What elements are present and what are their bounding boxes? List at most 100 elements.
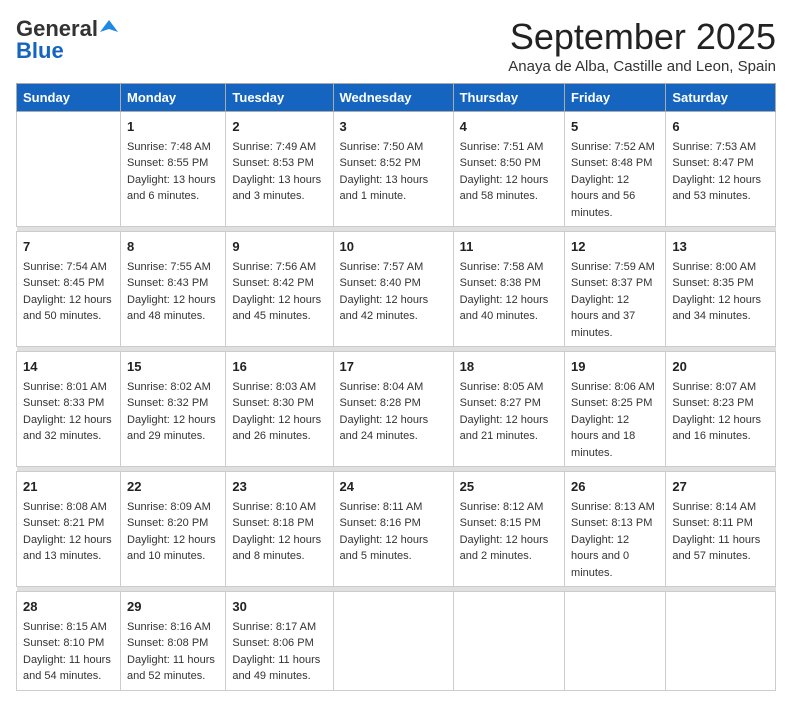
sunrise-text: Sunrise: 8:15 AM [23, 621, 107, 633]
table-row: 30 Sunrise: 8:17 AM Sunset: 8:06 PM Dayligh… [226, 592, 333, 691]
logo-bird-icon [100, 18, 118, 36]
day-number: 29 [127, 597, 219, 617]
sunrise-text: Sunrise: 8:17 AM [232, 621, 316, 633]
day-number: 12 [571, 237, 659, 257]
table-row: 4Sunrise: 7:51 AMSunset: 8:50 PMDaylight… [453, 112, 564, 227]
day-number: 14 [23, 357, 114, 377]
col-monday: Monday [121, 84, 226, 112]
calendar-header-row: Sunday Monday Tuesday Wednesday Thursday… [17, 84, 776, 112]
table-row: 7Sunrise: 7:54 AMSunset: 8:45 PMDaylight… [17, 232, 121, 347]
table-row: 28 Sunrise: 8:15 AM Sunset: 8:10 PM Dayligh… [17, 592, 121, 691]
day-number: 23 [232, 477, 326, 497]
daylight-text: Daylight: 12 hours and 2 minutes. [460, 534, 549, 563]
day-number: 26 [571, 477, 659, 497]
sunrise-text: Sunrise: 8:11 AM [340, 501, 423, 513]
day-number: 2 [232, 117, 326, 137]
day-number: 27 [672, 477, 769, 497]
day-number: 6 [672, 117, 769, 137]
daylight-text: Daylight: 11 hours and 49 minutes. [232, 654, 320, 683]
table-row: 8Sunrise: 7:55 AMSunset: 8:43 PMDaylight… [121, 232, 226, 347]
sunrise-text: Sunrise: 7:56 AM [232, 261, 316, 273]
daylight-text: Daylight: 12 hours and 32 minutes. [23, 414, 112, 443]
sunset-text: Sunset: 8:21 PM [23, 517, 104, 529]
sunrise-text: Sunrise: 7:48 AM [127, 141, 211, 153]
daylight-text: Daylight: 12 hours and 8 minutes. [232, 534, 321, 563]
daylight-text: Daylight: 12 hours and 53 minutes. [672, 174, 761, 203]
table-row [565, 592, 666, 691]
day-number: 25 [460, 477, 558, 497]
sunset-text: Sunset: 8:55 PM [127, 157, 208, 169]
daylight-text: Daylight: 12 hours and 58 minutes. [460, 174, 549, 203]
day-number: 9 [232, 237, 326, 257]
sunrise-text: Sunrise: 7:59 AM [571, 261, 655, 273]
sunset-text: Sunset: 8:06 PM [232, 637, 313, 649]
day-number: 30 [232, 597, 326, 617]
table-row: 21Sunrise: 8:08 AMSunset: 8:21 PMDayligh… [17, 472, 121, 587]
sunset-text: Sunset: 8:10 PM [23, 637, 104, 649]
col-sunday: Sunday [17, 84, 121, 112]
day-number: 22 [127, 477, 219, 497]
table-row: 6Sunrise: 7:53 AMSunset: 8:47 PMDaylight… [666, 112, 776, 227]
sunrise-text: Sunrise: 8:16 AM [127, 621, 211, 633]
day-number: 17 [340, 357, 447, 377]
day-number: 16 [232, 357, 326, 377]
table-row: 10Sunrise: 7:57 AMSunset: 8:40 PMDayligh… [333, 232, 453, 347]
daylight-text: Daylight: 11 hours and 57 minutes. [672, 534, 760, 563]
sunset-text: Sunset: 8:13 PM [571, 517, 652, 529]
sunset-text: Sunset: 8:20 PM [127, 517, 208, 529]
daylight-text: Daylight: 12 hours and 45 minutes. [232, 294, 321, 323]
sunset-text: Sunset: 8:25 PM [571, 397, 652, 409]
table-row: 9Sunrise: 7:56 AMSunset: 8:42 PMDaylight… [226, 232, 333, 347]
sunset-text: Sunset: 8:38 PM [460, 277, 541, 289]
table-row: 14Sunrise: 8:01 AMSunset: 8:33 PMDayligh… [17, 352, 121, 467]
calendar-week-row: 1Sunrise: 7:48 AMSunset: 8:55 PMDaylight… [17, 112, 776, 227]
table-row: 18Sunrise: 8:05 AMSunset: 8:27 PMDayligh… [453, 352, 564, 467]
daylight-text: Daylight: 11 hours and 52 minutes. [127, 654, 215, 683]
daylight-text: Daylight: 13 hours and 3 minutes. [232, 174, 321, 203]
table-row: 5Sunrise: 7:52 AMSunset: 8:48 PMDaylight… [565, 112, 666, 227]
sunrise-text: Sunrise: 7:49 AM [232, 141, 316, 153]
sunset-text: Sunset: 8:15 PM [460, 517, 541, 529]
day-number: 18 [460, 357, 558, 377]
sunrise-text: Sunrise: 8:00 AM [672, 261, 756, 273]
daylight-text: Daylight: 11 hours and 54 minutes. [23, 654, 111, 683]
sunrise-text: Sunrise: 8:02 AM [127, 381, 211, 393]
table-row: 25Sunrise: 8:12 AMSunset: 8:15 PMDayligh… [453, 472, 564, 587]
sunset-text: Sunset: 8:27 PM [460, 397, 541, 409]
sunset-text: Sunset: 8:18 PM [232, 517, 313, 529]
daylight-text: Daylight: 13 hours and 6 minutes. [127, 174, 216, 203]
sunrise-text: Sunrise: 8:09 AM [127, 501, 211, 513]
col-saturday: Saturday [666, 84, 776, 112]
table-row: 13Sunrise: 8:00 AMSunset: 8:35 PMDayligh… [666, 232, 776, 347]
sunset-text: Sunset: 8:28 PM [340, 397, 421, 409]
day-number: 20 [672, 357, 769, 377]
sunrise-text: Sunrise: 8:08 AM [23, 501, 107, 513]
day-number: 4 [460, 117, 558, 137]
sunrise-text: Sunrise: 7:55 AM [127, 261, 211, 273]
table-row [17, 112, 121, 227]
sunrise-text: Sunrise: 8:07 AM [672, 381, 756, 393]
day-number: 10 [340, 237, 447, 257]
sunrise-text: Sunrise: 8:10 AM [232, 501, 316, 513]
daylight-text: Daylight: 12 hours and 40 minutes. [460, 294, 549, 323]
day-number: 19 [571, 357, 659, 377]
daylight-text: Daylight: 12 hours and 0 minutes. [571, 534, 629, 579]
sunrise-text: Sunrise: 7:52 AM [571, 141, 655, 153]
sunrise-text: Sunrise: 7:50 AM [340, 141, 424, 153]
daylight-text: Daylight: 12 hours and 10 minutes. [127, 534, 216, 563]
month-title: September 2025 [508, 16, 776, 58]
table-row: 12 Sunrise: 7:59 AM Sunset: 8:37 PM Dayligh… [565, 232, 666, 347]
day-number: 28 [23, 597, 114, 617]
day-number: 15 [127, 357, 219, 377]
sunset-text: Sunset: 8:45 PM [23, 277, 104, 289]
sunrise-text: Sunrise: 7:58 AM [460, 261, 544, 273]
table-row: 29Sunrise: 8:16 AMSunset: 8:08 PMDayligh… [121, 592, 226, 691]
sunrise-text: Sunrise: 8:06 AM [571, 381, 655, 393]
sunrise-text: Sunrise: 8:13 AM [571, 501, 655, 513]
sunrise-text: Sunrise: 7:54 AM [23, 261, 107, 273]
sunset-text: Sunset: 8:43 PM [127, 277, 208, 289]
sunset-text: Sunset: 8:37 PM [571, 277, 652, 289]
daylight-text: Daylight: 12 hours and 37 minutes. [571, 294, 635, 339]
table-row: 22 Sunrise: 8:09 AM Sunset: 8:20 PM Dayligh… [121, 472, 226, 587]
table-row: 1Sunrise: 7:48 AMSunset: 8:55 PMDaylight… [121, 112, 226, 227]
